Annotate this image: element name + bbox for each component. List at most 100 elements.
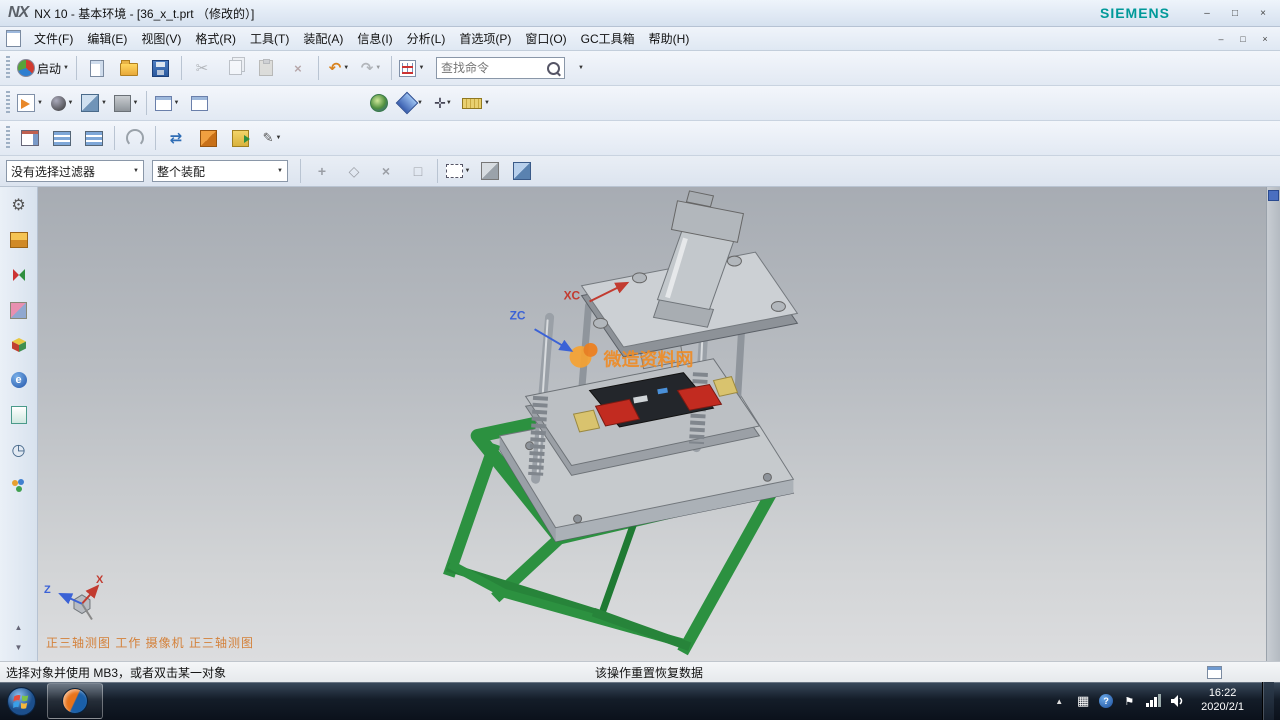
zoom-window-button[interactable] xyxy=(183,90,215,117)
show-product-outline-button[interactable] xyxy=(46,125,78,152)
save-button[interactable] xyxy=(145,55,177,82)
toolbar-grip[interactable] xyxy=(6,126,10,150)
snap-center-button[interactable]: □ xyxy=(401,158,433,185)
interference-button[interactable] xyxy=(119,125,151,152)
sidebar-bottom: ▲ ▼ xyxy=(8,617,30,657)
volume-icon[interactable] xyxy=(1169,693,1185,709)
child-close-button[interactable]: × xyxy=(1254,31,1276,46)
close-button[interactable]: × xyxy=(1250,5,1276,22)
menu-item-format[interactable]: 格式(R) xyxy=(188,28,243,49)
rectangle-select-button[interactable]: ▼ xyxy=(442,158,474,185)
search-options-button[interactable]: ▼ xyxy=(565,55,597,82)
toolbar-grip[interactable] xyxy=(6,56,10,80)
child-minimize-button[interactable]: – xyxy=(1210,31,1232,46)
sidebar-item-constraint-navigator[interactable] xyxy=(8,265,30,285)
cut-button[interactable]: ✂ xyxy=(186,55,218,82)
start-button[interactable] xyxy=(6,686,37,717)
new-file-button[interactable] xyxy=(81,55,113,82)
sidebar-scroll-up[interactable]: ▲ xyxy=(8,617,30,637)
menu-item-information[interactable]: 信息(I) xyxy=(350,28,399,49)
selection-scope-combo[interactable]: 整个装配 ▼ xyxy=(152,160,288,182)
copy-button[interactable] xyxy=(218,55,250,82)
minimize-button[interactable]: – xyxy=(1194,5,1220,22)
selection-filter-combo[interactable]: 没有选择过滤器 ▼ xyxy=(6,160,144,182)
window-status-icon[interactable] xyxy=(1207,666,1222,679)
sidebar-item-reuse-library[interactable] xyxy=(8,335,30,355)
window-layout-button[interactable]: ▼ xyxy=(396,55,428,82)
menu-item-tools[interactable]: 工具(T) xyxy=(243,28,296,49)
wave-geometry-button[interactable]: ✎ ▼ xyxy=(256,125,288,152)
separator xyxy=(300,159,301,183)
menu-item-gc-toolbox[interactable]: GC工具箱 xyxy=(574,28,642,49)
sidebar-item-part-navigator[interactable] xyxy=(8,300,30,320)
redo-button[interactable]: ↷ ▼ xyxy=(355,55,387,82)
snap-endpoint-button[interactable]: + xyxy=(305,158,337,185)
assembly-navigator-icon xyxy=(10,232,28,248)
viewport-right-strip[interactable] xyxy=(1266,187,1280,661)
snap-intersection-button[interactable]: × xyxy=(369,158,401,185)
find-component-button[interactable] xyxy=(14,125,46,152)
title-bar[interactable]: NX NX 10 - 基本环境 - [36_x_t.prt （修改的）] SIE… xyxy=(0,0,1280,27)
wave-pencil-icon: ✎ xyxy=(263,130,274,146)
move-component-button[interactable]: ⇄ xyxy=(160,125,192,152)
isometric-view-button[interactable]: ▼ xyxy=(78,90,110,117)
delete-button[interactable]: × xyxy=(282,55,314,82)
tray-hidden-icons-button[interactable]: ▲ xyxy=(1051,693,1067,709)
sidebar-item-assembly-navigator[interactable] xyxy=(8,230,30,250)
highlight-component-button[interactable] xyxy=(474,158,506,185)
component-table-icon xyxy=(21,130,39,146)
render-style-button[interactable]: ▼ xyxy=(110,90,142,117)
roles-palette-icon xyxy=(11,478,26,493)
sidebar-item-process-studio[interactable] xyxy=(8,405,30,425)
separator xyxy=(318,56,319,80)
command-search-input[interactable] xyxy=(439,59,545,77)
menu-item-edit[interactable]: 编辑(E) xyxy=(80,28,134,49)
orient-view-button[interactable]: ▼ xyxy=(14,90,46,117)
toolbar-grip[interactable] xyxy=(6,91,10,115)
sidebar-item-customize[interactable]: ⚙ xyxy=(8,195,30,215)
show-hide-button[interactable]: ▼ xyxy=(395,90,427,117)
help-tray-icon[interactable]: ? xyxy=(1099,694,1113,708)
maximize-button[interactable]: □ xyxy=(1222,5,1248,22)
sidebar-item-history[interactable]: ◷ xyxy=(8,440,30,460)
start-menu-button[interactable]: 启动 ▼ xyxy=(14,55,72,82)
true-shading-button[interactable] xyxy=(363,90,395,117)
menu-item-analysis[interactable]: 分析(L) xyxy=(400,28,453,49)
taskbar-app-nx[interactable] xyxy=(47,683,103,719)
touch-keyboard-icon[interactable]: ▦ xyxy=(1075,693,1091,709)
network-icon[interactable] xyxy=(1145,693,1161,709)
part-file-icon xyxy=(6,30,21,47)
show-desktop-button[interactable] xyxy=(1262,682,1274,720)
panel-tab-icon[interactable] xyxy=(1268,190,1279,201)
selection-filter-value: 没有选择过滤器 xyxy=(11,163,95,180)
open-file-button[interactable] xyxy=(113,55,145,82)
action-center-flag-icon[interactable]: ⚑ xyxy=(1121,693,1137,709)
fit-window-button[interactable]: ▼ xyxy=(151,90,183,117)
taskbar-clock[interactable]: 16:22 2020/2/1 xyxy=(1193,687,1252,715)
layer-stack-icon xyxy=(85,131,103,146)
sidebar-item-roles[interactable] xyxy=(8,475,30,495)
rotate-view-button[interactable]: ▼ xyxy=(46,90,78,117)
menu-item-file[interactable]: 文件(F) xyxy=(27,28,80,49)
cad-model[interactable]: 微造资料网 XC ZC X Z xyxy=(38,187,1280,661)
menu-item-assemblies[interactable]: 装配(A) xyxy=(296,28,350,49)
menu-item-window[interactable]: 窗口(O) xyxy=(518,28,573,49)
snap-point-button[interactable]: ✛ ▼ xyxy=(427,90,459,117)
show-degrees-freedom-button[interactable] xyxy=(78,125,110,152)
menu-item-view[interactable]: 视图(V) xyxy=(134,28,188,49)
sidebar-item-internet-explorer[interactable]: e xyxy=(8,370,30,390)
menu-item-help[interactable]: 帮助(H) xyxy=(642,28,697,49)
measure-button[interactable]: ▼ xyxy=(459,90,493,117)
view-triad[interactable]: X Z xyxy=(44,574,104,619)
snap-midpoint-button[interactable]: ◇ xyxy=(337,158,369,185)
paste-button[interactable] xyxy=(250,55,282,82)
triad-label-x: X xyxy=(96,574,104,586)
shaded-component-button[interactable] xyxy=(506,158,538,185)
graphics-viewport[interactable]: 微造资料网 XC ZC X Z xyxy=(38,187,1280,661)
child-restore-button[interactable]: □ xyxy=(1232,31,1254,46)
add-component-button[interactable] xyxy=(224,125,256,152)
assembly-constraints-button[interactable] xyxy=(192,125,224,152)
undo-button[interactable]: ↶ ▼ xyxy=(323,55,355,82)
sidebar-scroll-down[interactable]: ▼ xyxy=(8,637,30,657)
menu-item-preferences[interactable]: 首选项(P) xyxy=(452,28,518,49)
